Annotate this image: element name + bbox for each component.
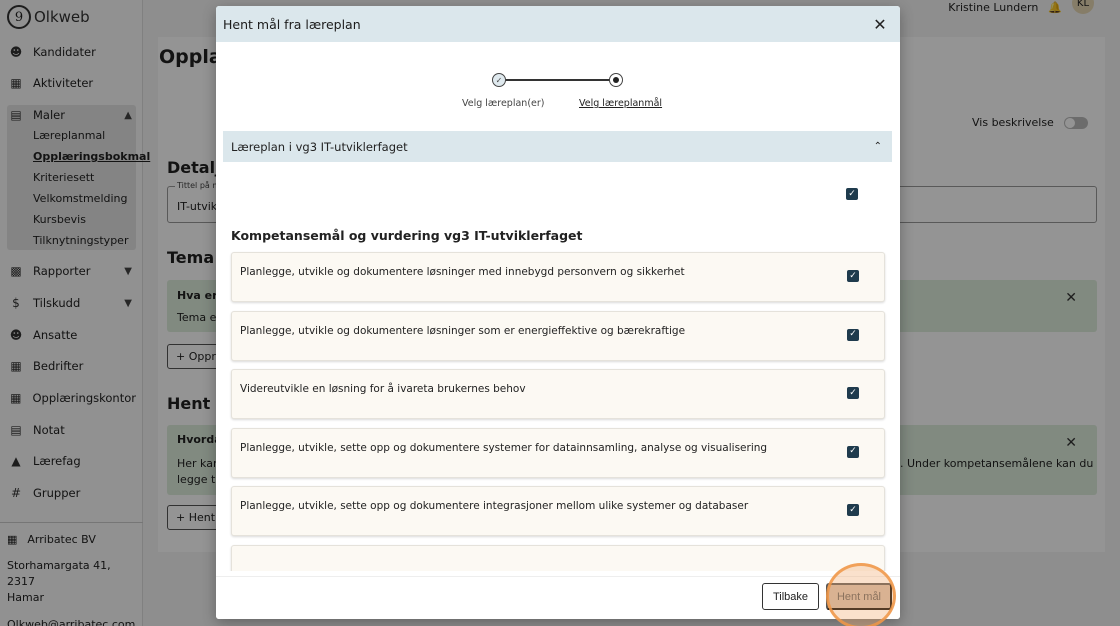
- step-connector: [505, 79, 615, 81]
- close-icon[interactable]: ✕: [868, 12, 892, 36]
- goal-text: Planlegge, utvikle, sette opp og dokumen…: [240, 500, 749, 512]
- dialog-header: Hent mål fra læreplan ✕: [216, 6, 900, 42]
- goal-checkbox[interactable]: ✓: [847, 445, 859, 458]
- step-2-active-icon[interactable]: [609, 73, 623, 87]
- checkbox-checked-icon: ✓: [847, 445, 859, 458]
- fetch-goals-button[interactable]: Hent mål: [826, 583, 892, 610]
- step-label-2[interactable]: Velg læreplanmål: [579, 98, 662, 109]
- goal-list: Planlegge, utvikle og dokumentere løsnin…: [231, 252, 885, 571]
- goal-checkbox[interactable]: ✓: [847, 270, 859, 282]
- accordion-laereplan[interactable]: Læreplan i vg3 IT-utviklerfaget ⌃: [223, 131, 892, 162]
- checkbox-checked-icon: ✓: [847, 270, 859, 282]
- goal-text: Planlegge, utvikle og dokumentere løsnin…: [240, 266, 685, 278]
- stepper: ✓ Velg læreplan(er) Velg læreplanmål: [216, 72, 900, 112]
- goal-checkbox[interactable]: ✓: [847, 504, 859, 516]
- section-title: Kompetansemål og vurdering vg3 IT-utvikl…: [231, 228, 583, 243]
- goal-card[interactable]: Videreutvikle en løsning for å ivareta b…: [231, 369, 885, 419]
- hent-mal-dialog: Hent mål fra læreplan ✕ ✓ Velg læreplan(…: [216, 6, 900, 619]
- step-1-check-icon[interactable]: ✓: [492, 73, 506, 87]
- goal-checkbox[interactable]: ✓: [847, 328, 859, 341]
- checkbox-checked-icon: ✓: [846, 188, 858, 200]
- checkbox-checked-icon: ✓: [847, 387, 859, 399]
- accordion-title: Læreplan i vg3 IT-utviklerfaget: [231, 139, 408, 154]
- goal-text: Videreutvikle en løsning for å ivareta b…: [240, 383, 526, 395]
- select-all-checkbox[interactable]: ✓: [846, 188, 858, 200]
- goal-card[interactable]: Planlegge, utvikle og dokumentere løsnin…: [231, 252, 885, 302]
- goal-text: Planlegge, utvikle, sette opp og dokumen…: [240, 441, 768, 454]
- chevron-up-icon: ⌃: [873, 141, 882, 152]
- goal-card[interactable]: Planlegge, utvikle og dokumentere løsnin…: [231, 310, 885, 361]
- back-button[interactable]: Tilbake: [762, 583, 819, 610]
- goal-text: Planlegge, utvikle og dokumentere løsnin…: [240, 324, 686, 337]
- checkbox-checked-icon: ✓: [847, 328, 859, 341]
- step-label-1[interactable]: Velg læreplan(er): [462, 98, 544, 109]
- goal-card[interactable]: Planlegge, utvikle, sette opp og dokumen…: [231, 486, 885, 536]
- goal-card-partial[interactable]: [231, 544, 885, 571]
- checkbox-checked-icon: ✓: [847, 504, 859, 516]
- goal-card[interactable]: Planlegge, utvikle, sette opp og dokumen…: [231, 427, 885, 478]
- dialog-footer: Tilbake Hent mål: [216, 576, 900, 619]
- goal-checkbox[interactable]: ✓: [847, 387, 859, 399]
- dialog-title: Hent mål fra læreplan: [223, 16, 361, 32]
- dialog-body[interactable]: Læreplan i vg3 IT-utviklerfaget ⌃ ✓ Komp…: [223, 131, 892, 571]
